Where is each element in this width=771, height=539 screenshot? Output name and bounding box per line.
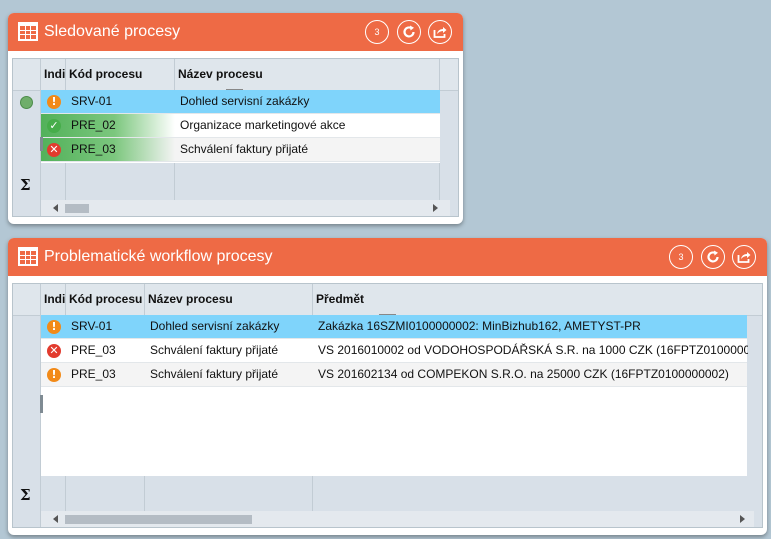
table-row[interactable]: ! PRE_03 Schválení faktury přijaté VS 20…	[41, 363, 747, 387]
process-code: PRE_03	[71, 343, 116, 357]
scroll-right-icon[interactable]	[433, 204, 438, 212]
scroll-right-icon[interactable]	[740, 515, 745, 523]
refresh-button[interactable]	[701, 245, 725, 269]
refresh-icon	[403, 25, 415, 38]
error-icon: ✕	[47, 344, 61, 358]
count-badge[interactable]: 3	[365, 20, 389, 44]
warning-icon: !	[47, 368, 61, 382]
process-code: PRE_02	[71, 118, 116, 132]
count-badge[interactable]: 3	[669, 245, 693, 269]
scroll-left-icon[interactable]	[53, 515, 58, 523]
column-header-subject[interactable]: Předmět	[313, 284, 746, 315]
column-header-code[interactable]: Kód procesu	[66, 59, 173, 90]
table-icon	[18, 247, 38, 266]
warning-icon: !	[47, 320, 61, 334]
panel-tracked-processes: Sledované procesy 3 Indi Kód procesu Náz…	[8, 13, 463, 224]
process-code: PRE_03	[71, 142, 116, 156]
grid-rows: ! SRV-01 Dohled servisní zakázky ✓ PRE_0…	[41, 90, 440, 163]
error-icon: ✕	[47, 143, 61, 157]
process-code: PRE_03	[71, 367, 116, 381]
export-button[interactable]	[732, 245, 756, 269]
panel-title: Sledované procesy	[44, 23, 181, 40]
data-grid: Indi Kód procesu Název procesu ! SRV-01 …	[12, 58, 459, 217]
column-header-code[interactable]: Kód procesu	[66, 284, 143, 315]
table-row[interactable]: ! SRV-01 Dohled servisní zakázky Zakázka…	[41, 315, 747, 339]
column-header-indicator[interactable]: Indi	[41, 59, 66, 90]
sum-row-label: Σ	[20, 486, 31, 504]
process-subject: VS 2016010002 od VODOHOSPODÁŘSKÁ S.R. na…	[318, 343, 748, 357]
table-row[interactable]: ! SRV-01 Dohled servisní zakázky	[41, 90, 440, 114]
column-header-indicator[interactable]: Indi	[41, 284, 66, 315]
table-row[interactable]: ✓ PRE_02 Organizace marketingové akce	[41, 114, 440, 138]
active-row-indicator	[20, 96, 33, 109]
scroll-left-icon[interactable]	[53, 204, 58, 212]
table-icon	[18, 22, 38, 41]
process-subject: Zakázka 16SZMI0100000002: MinBizhub162, …	[318, 319, 641, 333]
panel-problematic-workflows: Problematické workflow procesy 3 Indi Kó…	[8, 238, 767, 535]
panel-header: Problematické workflow procesy 3	[8, 238, 767, 276]
share-icon	[433, 27, 447, 38]
table-row[interactable]: ✕ PRE_03 Schválení faktury přijaté VS 20…	[41, 339, 748, 363]
export-button[interactable]	[428, 20, 452, 44]
panel-title: Problematické workflow procesy	[44, 248, 273, 265]
data-grid: Indi Kód procesu Název procesu Předmět !…	[12, 283, 763, 528]
scroll-thumb[interactable]	[65, 515, 252, 524]
process-subject: VS 201602134 od COMPEKON S.R.O. na 25000…	[318, 367, 729, 381]
refresh-icon	[707, 250, 719, 263]
scroll-thumb[interactable]	[65, 204, 89, 213]
share-icon	[737, 252, 751, 263]
process-name: Schválení faktury přijaté	[150, 343, 279, 357]
process-name: Schválení faktury přijaté	[180, 142, 309, 156]
ok-icon: ✓	[47, 119, 61, 133]
horizontal-scrollbar[interactable]	[41, 200, 450, 216]
table-row[interactable]: ✕ PRE_03 Schválení faktury přijaté	[41, 138, 440, 162]
column-header-name[interactable]: Název procesu	[145, 284, 311, 315]
process-code: SRV-01	[71, 94, 113, 108]
process-name: Dohled servisní zakázky	[150, 319, 280, 333]
panel-header: Sledované procesy 3	[8, 13, 463, 51]
process-code: SRV-01	[71, 319, 113, 333]
column-header-name[interactable]: Název procesu	[175, 59, 438, 90]
grid-rows: ! SRV-01 Dohled servisní zakázky Zakázka…	[41, 315, 748, 476]
process-name: Schválení faktury přijaté	[150, 367, 279, 381]
refresh-button[interactable]	[397, 20, 421, 44]
horizontal-scrollbar[interactable]	[41, 511, 754, 527]
process-name: Organizace marketingové akce	[180, 118, 346, 132]
process-name: Dohled servisní zakázky	[180, 94, 310, 108]
sum-row-label: Σ	[20, 176, 31, 194]
warning-icon: !	[47, 95, 61, 109]
